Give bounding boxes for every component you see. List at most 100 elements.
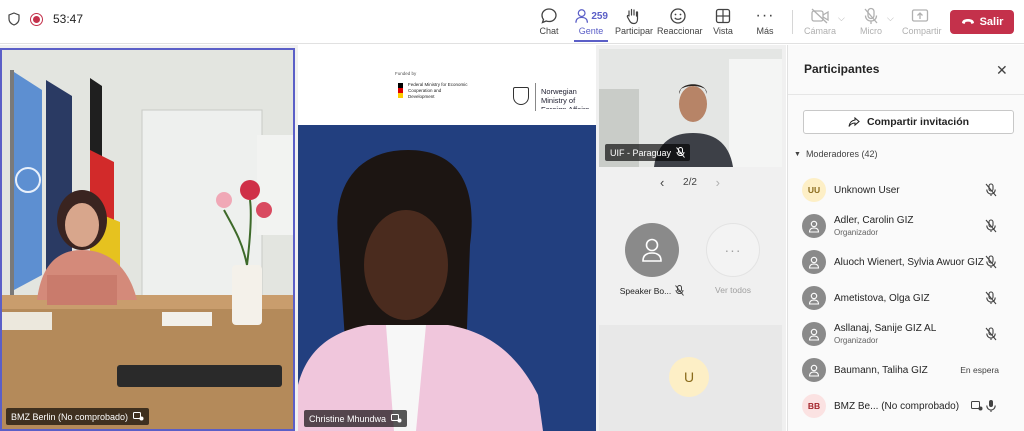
- panel-title: Participantes: [804, 62, 880, 76]
- person-icon: [642, 238, 662, 262]
- raise-hand-label: Participar: [615, 26, 654, 36]
- video-tile-unknown[interactable]: U: [599, 325, 782, 431]
- participant-row[interactable]: Adler, Carolin GIZ Organizador: [802, 208, 1017, 244]
- person-icon: [808, 256, 820, 269]
- camera-options-chevron-icon[interactable]: ⌵: [838, 13, 845, 24]
- video-tile-uif-paraguay[interactable]: UIF - Paraguay: [599, 49, 782, 167]
- person-icon: [808, 364, 820, 377]
- camera-button[interactable]: Cámara: [804, 6, 836, 36]
- participant-name: Adler, Carolin GIZ: [834, 215, 914, 226]
- mic-off-icon: [985, 255, 997, 269]
- avatar: [802, 286, 826, 310]
- camera-off-icon: [811, 8, 829, 24]
- room-video-scene: [2, 50, 293, 429]
- section-label: Moderadores (42): [805, 149, 878, 159]
- react-button[interactable]: Reaccionar: [657, 6, 703, 36]
- mic-off-icon: [864, 7, 878, 24]
- share-invite-label: Compartir invitación: [866, 116, 970, 128]
- mic-off-icon: [985, 219, 997, 233]
- more-button[interactable]: ··· Más: [752, 6, 778, 37]
- unknown-avatar: U: [669, 357, 709, 397]
- share-screen-icon: [911, 9, 929, 22]
- mic-off-icon: [675, 285, 685, 296]
- avatar: [802, 358, 826, 382]
- mic-off-icon: [676, 147, 685, 158]
- leave-button[interactable]: Salir: [950, 10, 1014, 34]
- participant-name: BMZ Be... (No comprobado): [834, 400, 960, 412]
- banner-norway: Norwegian Ministry of Foreign Affairs: [541, 87, 589, 109]
- banner-funded-by: Funded by: [395, 71, 417, 76]
- avatar: UU: [802, 178, 826, 202]
- participant-row[interactable]: BB BMZ Be... (No comprobado): [802, 388, 1017, 424]
- unverified-icon: [971, 401, 983, 411]
- participant-row[interactable]: Asllanaj, Sanije GIZ AL Organizador: [802, 316, 1017, 352]
- share-button[interactable]: Compartir: [902, 6, 942, 36]
- share-icon: [848, 116, 860, 127]
- participant-name-tag: UIF - Paraguay: [605, 144, 691, 161]
- leave-label: Salir: [979, 16, 1004, 28]
- participant-name: Aluoch Wienert, Sylvia Awuor GIZ: [834, 256, 984, 268]
- close-icon[interactable]: ✕: [996, 62, 1008, 79]
- participant-row[interactable]: Aluoch Wienert, Sylvia Awuor GIZ: [802, 244, 1017, 280]
- raise-hand-button[interactable]: Participar: [615, 6, 654, 36]
- share-invite-button[interactable]: Compartir invitación: [803, 110, 1014, 134]
- more-participants-circle: ···: [706, 223, 760, 277]
- call-info: 53:47: [8, 12, 83, 26]
- people-label: Gente: [578, 26, 604, 36]
- participant-status: En espera: [960, 365, 999, 375]
- share-label: Compartir: [902, 26, 942, 36]
- shield-icon: [8, 12, 20, 26]
- chat-button[interactable]: Chat: [536, 6, 562, 36]
- more-label: Más: [756, 26, 774, 36]
- page-indicator: 2/2: [683, 177, 697, 188]
- chat-icon: [541, 8, 557, 24]
- call-timer: 53:47: [53, 12, 84, 26]
- panel-divider: [788, 94, 1024, 95]
- toolbar-divider: [792, 10, 793, 34]
- participant-row[interactable]: Ametistova, Olga GIZ: [802, 280, 1017, 316]
- mic-on-icon: [986, 400, 996, 412]
- banner-divider: [535, 83, 536, 111]
- next-page-icon[interactable]: ›: [716, 175, 720, 190]
- participant-name: UIF - Paraguay: [610, 147, 672, 158]
- react-label: Reaccionar: [657, 26, 703, 36]
- hand-icon: [626, 8, 639, 25]
- moderators-section-header[interactable]: ▼ Moderadores (42): [794, 149, 877, 159]
- mic-off-icon: [985, 327, 997, 341]
- mic-options-chevron-icon[interactable]: ⌵: [887, 13, 894, 24]
- unverified-icon: [391, 414, 402, 423]
- speaker-avatar: [625, 223, 679, 277]
- video-tile-christine[interactable]: Funded by Federal Ministry for Economic …: [298, 45, 596, 431]
- hang-up-icon: [961, 19, 974, 24]
- participant-row[interactable]: UU Unknown User: [802, 172, 1017, 208]
- see-all-label: Ver todos: [715, 285, 751, 295]
- see-all-button[interactable]: ··· Ver todos: [698, 223, 768, 295]
- video-tile-bmz-berlin[interactable]: BMZ Berlin (No comprobado): [0, 48, 295, 431]
- people-count: 259: [591, 10, 608, 22]
- avatar: [802, 322, 826, 346]
- avatar-initial: U: [683, 369, 695, 385]
- participant-row[interactable]: Baumann, Taliha GIZ En espera: [802, 352, 1017, 388]
- participant-name: Christine Mhundwa: [309, 413, 387, 424]
- caret-down-icon: ▼: [794, 150, 801, 158]
- unverified-icon: [133, 412, 144, 421]
- participant-name-tag: Christine Mhundwa: [304, 410, 408, 427]
- view-button[interactable]: Vista: [710, 6, 736, 36]
- gallery-pagination: ‹ 2/2 ›: [660, 175, 720, 190]
- mic-label: Micro: [860, 26, 882, 36]
- avatar-initials: BB: [807, 401, 821, 411]
- recording-icon: [30, 12, 43, 26]
- avatar: BB: [802, 394, 826, 418]
- speaker-name: Speaker Bo...: [619, 285, 672, 296]
- view-label: Vista: [713, 26, 733, 36]
- participant-name: Unknown User: [834, 184, 900, 196]
- mic-button[interactable]: Micro: [856, 6, 886, 36]
- banner-ministry: Federal Ministry for Economic Cooperatio…: [408, 82, 468, 99]
- people-button[interactable]: 259 Gente: [574, 6, 608, 42]
- german-flag-icon: [398, 83, 403, 98]
- speaker-box-tile[interactable]: Speaker Bo...: [612, 223, 692, 296]
- emoji-icon: [670, 8, 686, 24]
- previous-page-icon[interactable]: ‹: [660, 175, 664, 190]
- avatar: [802, 214, 826, 238]
- participants-panel: Participantes ✕ Compartir invitación ▼ M…: [787, 45, 1024, 431]
